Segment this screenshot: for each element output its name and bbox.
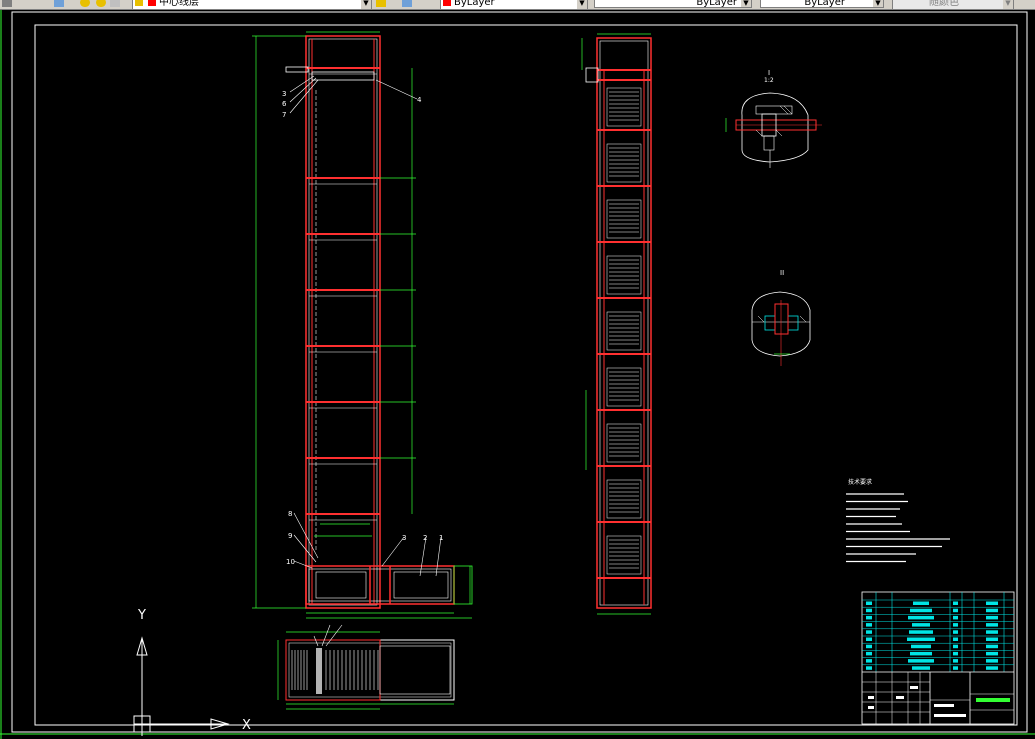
leader-label: 3 xyxy=(402,534,406,542)
linetype-value: ByLayer xyxy=(696,0,737,8)
color-dropdown[interactable]: ByLayer ▼ xyxy=(440,0,588,9)
chevron-down-icon[interactable]: ▼ xyxy=(873,0,883,7)
linetype-dropdown[interactable]: ByLayer ▼ xyxy=(594,0,752,8)
layer-manager-icon[interactable] xyxy=(2,0,12,7)
y-axis-label: Y xyxy=(137,608,146,623)
layer-previous-icon[interactable] xyxy=(402,0,412,7)
notes-title: 技术要求 xyxy=(848,478,872,486)
leader-label: 6 xyxy=(282,100,287,108)
properties-toolbar: 中心线层 ▼ ByLayer ▼ ByLayer ▼ ByLayer ▼ 随颜色… xyxy=(0,0,1035,10)
layer-on-icon[interactable] xyxy=(80,0,90,7)
layer-freeze-icon[interactable] xyxy=(96,0,106,7)
lineweight-value: ByLayer xyxy=(804,0,845,8)
chevron-down-icon[interactable]: ▼ xyxy=(361,0,371,9)
detail-label: I xyxy=(768,69,770,77)
chevron-down-icon[interactable]: ▼ xyxy=(577,0,587,9)
color-value: ByLayer xyxy=(454,0,495,8)
leader-label: 8 xyxy=(288,510,292,518)
leader-label: 4 xyxy=(417,96,422,104)
leader-label: 10 xyxy=(286,558,295,566)
leader-label: 3 xyxy=(282,90,286,98)
layer-dropdown[interactable]: 中心线层 ▼ xyxy=(132,0,372,9)
plotstyle-value: 随颜色 xyxy=(929,0,959,8)
detail-scale: 1:2 xyxy=(764,77,774,84)
make-current-icon[interactable] xyxy=(376,0,386,7)
layer-name: 中心线层 xyxy=(159,0,199,8)
plotstyle-dropdown: 随颜色 ▼ xyxy=(892,0,1014,9)
lineweight-dropdown[interactable]: ByLayer ▼ xyxy=(760,0,884,8)
x-axis-label: X xyxy=(242,718,251,733)
layer-lock-icon[interactable] xyxy=(110,0,120,7)
leader-label: 1 xyxy=(439,534,443,542)
leader-label: 7 xyxy=(282,111,286,119)
chevron-down-icon: ▼ xyxy=(1003,0,1013,9)
layer-color-icon xyxy=(148,0,156,6)
drawing-canvas[interactable]: 3 6 7 4 8 9 10 3 2 1 I 1:2 II 技术要求 Y X xyxy=(0,10,1035,739)
chevron-down-icon[interactable]: ▼ xyxy=(741,0,751,7)
color-swatch-icon xyxy=(443,0,451,6)
leader-label: 9 xyxy=(288,532,292,540)
detail-label: II xyxy=(780,269,784,277)
leader-label: 2 xyxy=(423,534,427,542)
layer-states-icon[interactable] xyxy=(54,0,64,7)
lightbulb-icon xyxy=(135,0,143,6)
